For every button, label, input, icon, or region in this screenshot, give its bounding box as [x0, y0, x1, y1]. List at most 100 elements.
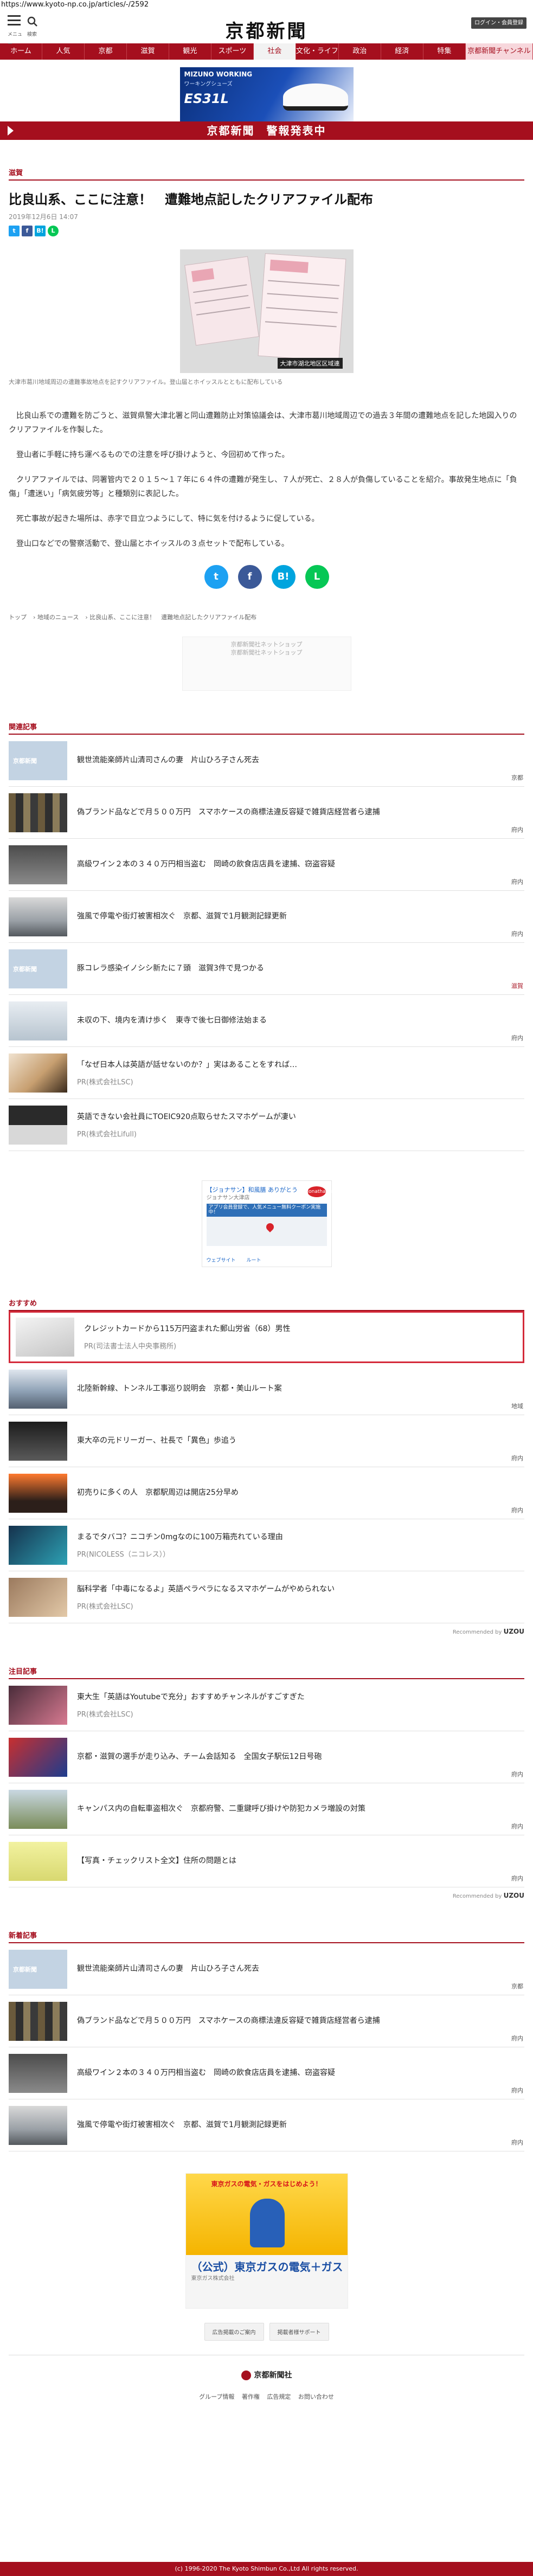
site-logo[interactable]: 京都新聞: [0, 16, 533, 43]
footer-link-contact[interactable]: お問い合わせ: [298, 2393, 334, 2400]
advertiser-support-link[interactable]: 掲載者様サポート: [269, 2323, 329, 2341]
map-ad-map: アプリ会員登録で、人気メニュー無料クーポン実施中！: [206, 1204, 327, 1246]
list-item[interactable]: 京都新聞 豚コレラ感染イノシシ新たに７頭 滋賀3件で見つかる 滋賀: [9, 943, 524, 995]
breadcrumb-local[interactable]: 地域のニュース: [37, 614, 79, 621]
ad-info-link[interactable]: 広告掲載のご案内: [204, 2323, 264, 2341]
item-title: 初売りに多くの人 京都駅周辺は開店25分早め: [77, 1488, 239, 1497]
breadcrumb-home[interactable]: トップ: [9, 614, 27, 621]
list-item[interactable]: 偽ブランド品などで月５００万円 スマホケースの商標法違反容疑で雑貨店経営者ら逮捕…: [9, 1995, 524, 2047]
facebook-share-icon[interactable]: f: [22, 226, 33, 236]
twitter-share-icon[interactable]: t: [204, 565, 228, 589]
item-tag: 府内: [511, 1771, 523, 1778]
uzou-logo: UZOU: [503, 1628, 524, 1635]
map-pin-icon: [264, 1222, 275, 1232]
list-item[interactable]: 東大卒の元ドリーガー、社長で「異色」歩追う 府内: [9, 1415, 524, 1467]
nav-item-channel[interactable]: 京都新聞チャンネル: [465, 43, 533, 60]
list-item[interactable]: 京都新聞 観世流能楽師片山清司さんの妻 片山ひろ子さん死去 京都: [9, 1943, 524, 1995]
nav-item-shiga[interactable]: 滋賀: [127, 43, 169, 60]
list-item[interactable]: 北陸新幹線、トンネル工事巡り説明会 京都・美山ルート案 地域: [9, 1363, 524, 1415]
breaking-news-bar[interactable]: 京都新聞 警報発表中: [0, 121, 533, 140]
list-item[interactable]: 初売りに多くの人 京都駅周辺は開店25分早め 府内: [9, 1467, 524, 1519]
item-sponsor: PR(司法書士法人中央事務所): [84, 1342, 177, 1351]
nav-item-economy[interactable]: 経済: [381, 43, 423, 60]
address-bar[interactable]: https://www.kyoto-np.co.jp/articles/-/25…: [0, 0, 533, 10]
line-share-icon[interactable]: L: [48, 226, 59, 236]
list-item[interactable]: 「なぜ日本人は英語が話せないのか？」実はあることをすれば… PR(株式会社LSC…: [9, 1047, 524, 1099]
global-nav: ホーム 人気 京都 滋賀 観光 スポーツ 社会 文化・ライフ 政治 経済 特集 …: [0, 43, 533, 60]
article-thumbnail: [9, 1053, 67, 1093]
article-thumbnail: [9, 1525, 67, 1565]
footer-link-group[interactable]: グループ情報: [199, 2393, 234, 2400]
list-item[interactable]: 強風で停電や街灯被害相次ぐ 京都、滋賀で1月観測記録更新 府内: [9, 891, 524, 943]
bottom-ad[interactable]: 東京ガスの電気・ガスをはじめよう！ （公式）東京ガスの電気＋ガス 東京ガス株式会…: [185, 2173, 348, 2309]
shop-ad[interactable]: 京都新聞社ネットショップ 京都新聞社ネットショップ: [182, 637, 351, 691]
list-item[interactable]: まるでタバコ？ニコチン0mgなのに100万箱売れている理由 PR(NICOLES…: [9, 1519, 524, 1571]
footer-logo[interactable]: 京都新聞社: [9, 2369, 524, 2380]
article-paragraph: 死亡事故が起きた場所は、赤字で目立つようにして、特に気を付けるように促している。: [16, 515, 319, 523]
item-title: 北陸新幹線、トンネル工事巡り説明会 京都・美山ルート案: [77, 1384, 282, 1393]
article-thumbnail: 京都新聞: [9, 741, 67, 780]
list-item[interactable]: 英語できない会社員にTOEIC920点取らせたスマホゲームが凄い PR(株式会社…: [9, 1099, 524, 1151]
item-tag: 府内: [511, 1455, 523, 1462]
bottom-ad-title: （公式）東京ガスの電気＋ガス: [191, 2260, 343, 2273]
item-tag: 地域: [511, 1403, 523, 1410]
list-item[interactable]: 未収の下、境内を清け歩く 東寺で後七日御修法始まる 府内: [9, 995, 524, 1047]
article-category[interactable]: 滋賀: [9, 167, 524, 181]
item-title: 「なぜ日本人は英語が話せないのか？」実はあることをすれば…: [77, 1060, 297, 1069]
recommended-by[interactable]: Recommended by UZOU: [9, 1892, 524, 1899]
hatena-share-icon[interactable]: B!: [35, 226, 46, 236]
nav-item-features[interactable]: 特集: [423, 43, 466, 60]
map-ad-logo: Jonathan's: [307, 1186, 333, 1197]
item-title: 京都・滋賀の選手が走り込み、チーム会話知る 全国女子駅伝12日号砲: [77, 1752, 322, 1761]
list-item[interactable]: キャンパス内の自転車盗相次ぐ 京都府警、二重鍵呼び掛けや防犯カメラ増設の対策 府…: [9, 1783, 524, 1835]
footer-link-copyright[interactable]: 著作権: [242, 2393, 260, 2400]
shop-ad-line: 京都新聞社ネットショップ: [230, 649, 303, 656]
line-share-icon[interactable]: L: [305, 565, 329, 589]
share-buttons-bottom: t f B! L: [9, 565, 524, 589]
item-sponsor: PR(株式会社Lifull): [77, 1130, 137, 1139]
nav-item-tourism[interactable]: 観光: [169, 43, 211, 60]
item-title: 未収の下、境内を清け歩く 東寺で後七日御修法始まる: [77, 1016, 267, 1025]
list-item[interactable]: 強風で停電や街灯被害相次ぐ 京都、滋賀で1月観測記録更新 府内: [9, 2099, 524, 2151]
list-item[interactable]: 京都新聞 観世流能楽師片山清司さんの妻 片山ひろ子さん死去 京都: [9, 735, 524, 787]
item-tag: 府内: [511, 1507, 523, 1514]
nav-item-politics[interactable]: 政治: [339, 43, 381, 60]
list-item[interactable]: 【写真・チェックリスト全文】住所の問題とは 府内: [9, 1835, 524, 1887]
map-ad[interactable]: 【ジョナサン】和風膳 ありがとう ジョナサン大津店 Jonathan's アプリ…: [201, 1180, 333, 1267]
article-thumbnail: 京都新聞: [9, 1949, 67, 1989]
item-sponsor: PR(株式会社LSC): [77, 1078, 133, 1087]
hatena-share-icon[interactable]: B!: [271, 565, 296, 589]
latest-list: 京都新聞 観世流能楽師片山清司さんの妻 片山ひろ子さん死去 京都 偽ブランド品な…: [9, 1943, 524, 2151]
list-item[interactable]: 高級ワイン２本の３４０万円相当盗む 岡崎の飲食店店員を逮捕、窃盗容疑 府内: [9, 839, 524, 891]
item-title: 観世流能楽師片山清司さんの妻 片山ひろ子さん死去: [77, 756, 259, 765]
map-ad-website-link[interactable]: ウェブサイト: [207, 1256, 236, 1263]
login-button[interactable]: ログイン・会員登録: [471, 17, 526, 29]
breaking-news-text: 京都新聞 警報発表中: [207, 124, 326, 137]
list-item[interactable]: 偽ブランド品などで月５００万円 スマホケースの商標法違反容疑で雑貨店経営者ら逮捕…: [9, 787, 524, 839]
footer-link-ad-policy[interactable]: 広告規定: [267, 2393, 291, 2400]
ad-links: 広告掲載のご案内 掲載者様サポート: [9, 2323, 524, 2341]
article-thumbnail: [9, 1789, 67, 1829]
item-tag: 府内: [511, 1875, 523, 1882]
article-thumbnail: [9, 2053, 67, 2093]
list-item[interactable]: 京都・滋賀の選手が走り込み、チーム会話知る 全国女子駅伝12日号砲 府内: [9, 1731, 524, 1783]
nav-item-kyoto[interactable]: 京都: [85, 43, 127, 60]
list-item[interactable]: クレジットカードから115万円盗まれた郵山労省（68）男性 PR(司法書士法人中…: [9, 1311, 524, 1363]
shop-ad-line: 京都新聞社ネットショップ: [230, 641, 303, 648]
list-item[interactable]: 脳科学者「中毒になるよ」英語ペラペラになるスマホゲームがやめられない PR(株式…: [9, 1571, 524, 1623]
article-photo[interactable]: 大津市湖北地区区域連: [179, 249, 354, 373]
nav-item-sports[interactable]: スポーツ: [211, 43, 254, 60]
recommended-by[interactable]: Recommended by UZOU: [9, 1628, 524, 1635]
map-ad-route-link[interactable]: ルート: [247, 1256, 261, 1263]
twitter-share-icon[interactable]: t: [9, 226, 20, 236]
list-item[interactable]: 東大生「英語はYoutubeで充分」おすすめチャンネルがすごすぎた PR(株式会…: [9, 1679, 524, 1731]
nav-item-culture[interactable]: 文化・ライフ: [296, 43, 339, 60]
article-thumbnail: [9, 1737, 67, 1777]
top-ad-banner[interactable]: MIZUNO WORKING ワーキングシューズ ES31L: [179, 67, 354, 121]
list-item[interactable]: 高級ワイン２本の３４０万円相当盗む 岡崎の飲食店店員を逮捕、窃盗容疑 府内: [9, 2047, 524, 2099]
article-thumbnail: [9, 1473, 67, 1513]
copyright-bar: (c) 1996-2020 The Kyoto Shimbun Co.,Ltd …: [0, 2562, 533, 2576]
nav-item-society[interactable]: 社会: [253, 43, 296, 60]
nav-item-popular[interactable]: 人気: [42, 43, 85, 60]
facebook-share-icon[interactable]: f: [237, 565, 262, 589]
